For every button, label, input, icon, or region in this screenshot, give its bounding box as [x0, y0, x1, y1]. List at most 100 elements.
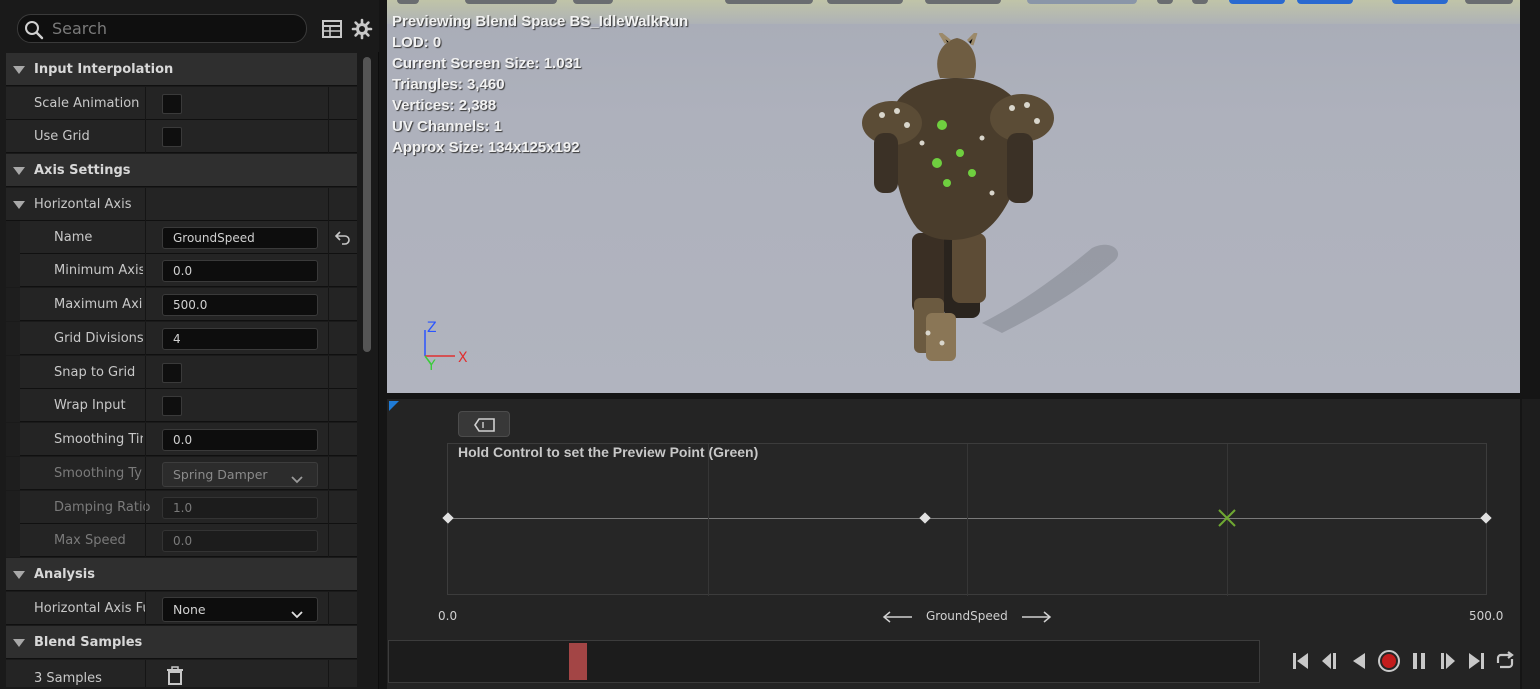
preview-point-marker[interactable] [1217, 508, 1237, 528]
property-use-grid: Use Grid [6, 120, 357, 153]
property-label: Damping Ratio [54, 500, 151, 515]
record-icon[interactable] [1377, 649, 1401, 673]
property-scale-animation: Scale Animation [6, 87, 357, 120]
vertices-text: Vertices: 2,388 [392, 97, 497, 114]
property-horizontal-axis-function: Horizontal Axis Function None [6, 592, 357, 625]
step-forward-icon[interactable] [1436, 649, 1460, 673]
arrow-right-icon [1022, 611, 1052, 623]
wrap-input-checkbox[interactable] [162, 396, 182, 416]
category-axis-settings[interactable]: Axis Settings [6, 154, 357, 187]
blendspace-grid[interactable]: Hold Control to set the Preview Point (G… [442, 443, 1492, 596]
loop-icon[interactable] [1493, 649, 1517, 673]
grid-line [707, 444, 709, 596]
category-label: Axis Settings [34, 163, 131, 178]
toolbar-button[interactable] [1297, 0, 1353, 4]
details-property-list: Input Interpolation Scale Animation Use … [6, 53, 357, 687]
collapse-arrow-icon [13, 66, 25, 74]
blend-sample-point[interactable] [919, 512, 932, 524]
category-label: Blend Samples [34, 635, 143, 650]
timeline-playhead[interactable] [569, 643, 588, 680]
reset-to-default-icon[interactable] [334, 230, 352, 250]
skip-to-end-icon[interactable] [1464, 649, 1488, 673]
property-max-speed: Max Speed 0.0 [6, 524, 357, 557]
axis-min-label: 0.0 [438, 609, 458, 623]
skip-to-start-icon[interactable] [1289, 649, 1313, 673]
property-label: Name [54, 230, 93, 245]
property-label: Snap to Grid [54, 365, 136, 380]
smoothing-type-dropdown[interactable]: Spring Damper [162, 462, 318, 487]
axis-y-label: Y [426, 358, 436, 374]
horizontal-axis-function-dropdown[interactable]: None [162, 597, 318, 622]
property-label: Horizontal Axis Function [34, 601, 145, 616]
property-label: Use Grid [34, 129, 90, 144]
toolbar-button[interactable] [925, 0, 1001, 4]
step-back-icon[interactable] [1317, 649, 1341, 673]
settings-gear-icon[interactable] [351, 18, 373, 40]
character-preview-model [862, 33, 1119, 361]
minimum-axis-value-input[interactable]: 0.0 [162, 260, 318, 282]
toolbar-button[interactable] [397, 0, 419, 4]
axis-name-input[interactable]: GroundSpeed [162, 227, 318, 249]
toolbar-button[interactable] [1157, 0, 1173, 4]
snap-to-grid-checkbox[interactable] [162, 363, 182, 383]
animation-timeline[interactable] [388, 640, 1260, 683]
property-label: Grid Divisions [54, 331, 144, 346]
category-label: Analysis [34, 567, 95, 582]
smoothing-time-input[interactable]: 0.0 [162, 429, 318, 451]
toolbar-button[interactable] [827, 0, 903, 4]
table-view-icon[interactable] [321, 18, 343, 40]
toolbar-button[interactable] [1229, 0, 1285, 4]
property-label: Maximum Axis Value [54, 297, 143, 312]
toolbar-button[interactable] [1392, 0, 1448, 4]
screen-size-text: Current Screen Size: 1.031 [392, 55, 582, 72]
toolbar-button[interactable] [465, 0, 557, 4]
side-panel-edge [1522, 399, 1540, 689]
group-label: Horizontal Axis [34, 197, 132, 212]
world-axes-gizmo: Z X Y [424, 320, 468, 374]
dropdown-value: None [173, 602, 206, 617]
chevron-down-icon [291, 604, 303, 627]
category-analysis[interactable]: Analysis [6, 558, 357, 591]
property-samples: 3 Samples [6, 660, 357, 687]
blend-sample-point[interactable] [442, 512, 454, 524]
property-label: Max Speed [54, 533, 126, 548]
details-scrollbar[interactable] [360, 53, 374, 687]
delete-trash-icon[interactable] [165, 665, 185, 687]
category-blend-samples[interactable]: Blend Samples [6, 626, 357, 659]
preview-viewport[interactable]: Previewing Blend Space BS_IdleWalkRun LO… [387, 0, 1520, 393]
triangles-text: Triangles: 3,460 [392, 76, 505, 93]
property-snap-to-grid: Snap to Grid [6, 356, 357, 389]
pause-icon[interactable] [1407, 649, 1431, 673]
search-input[interactable] [52, 18, 297, 39]
property-label: Scale Animation [34, 96, 140, 111]
toolbar-button[interactable] [1192, 0, 1208, 4]
grid-line [967, 444, 968, 596]
blend-sample-point[interactable] [1480, 512, 1492, 524]
property-label: Smoothing Time [54, 432, 143, 447]
blendspace-graph-panel: Hold Control to set the Preview Point (G… [387, 399, 1520, 689]
toolbar-button[interactable] [725, 0, 813, 4]
maximum-axis-value-input[interactable]: 500.0 [162, 294, 318, 316]
collapse-arrow-icon [13, 571, 25, 579]
property-label: Wrap Input [54, 398, 126, 413]
toolbar-button[interactable] [1027, 0, 1137, 4]
blendspace-editor-window: Input Interpolation Scale Animation Use … [0, 0, 1540, 689]
category-input-interpolation[interactable]: Input Interpolation [6, 53, 357, 86]
play-reverse-icon[interactable] [1347, 649, 1371, 673]
fit-view-button[interactable] [458, 411, 510, 437]
use-grid-checkbox[interactable] [162, 127, 182, 147]
property-wrap-input: Wrap Input [6, 389, 357, 422]
dropdown-value: Spring Damper [173, 467, 268, 482]
grid-divisions-input[interactable]: 4 [162, 328, 318, 350]
property-grid-divisions: Grid Divisions 4 [6, 322, 357, 355]
damping-ratio-input[interactable]: 1.0 [162, 497, 318, 519]
search-field[interactable] [17, 14, 307, 43]
axis-max-label: 500.0 [1469, 609, 1504, 623]
max-speed-input[interactable]: 0.0 [162, 530, 318, 552]
group-horizontal-axis[interactable]: Horizontal Axis [6, 188, 357, 221]
preview-title-text: Previewing Blend Space BS_IdleWalkRun [392, 13, 689, 30]
toolbar-button[interactable] [1465, 0, 1513, 4]
scrollbar-thumb[interactable] [363, 57, 371, 352]
scale-animation-checkbox[interactable] [162, 94, 182, 114]
toolbar-button[interactable] [573, 0, 613, 4]
